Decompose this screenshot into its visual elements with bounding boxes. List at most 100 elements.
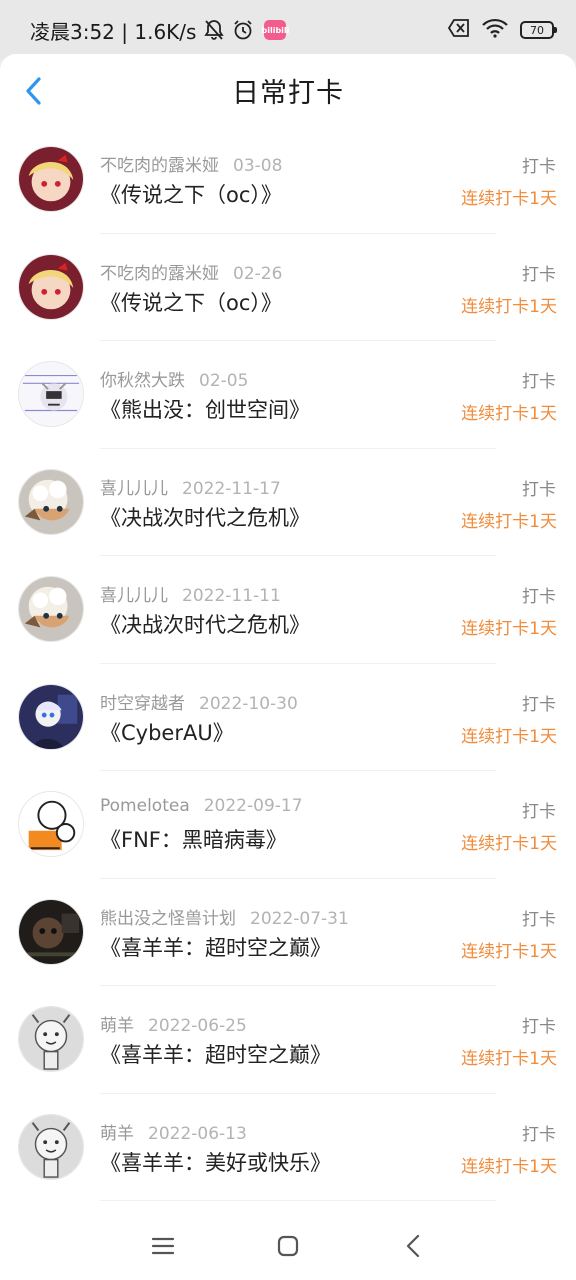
entry-meta: Pomelotea 2022-09-17 — [100, 796, 303, 816]
checkin-label: 打卡 — [522, 587, 556, 607]
list-item[interactable]: 萌羊 2022-06-13 《喜羊羊：美好或快乐》 打卡连续打卡1天 — [0, 1094, 576, 1202]
entry-meta: 熊出没之怪兽计划 2022-07-31 — [100, 904, 349, 929]
status-left: 凌晨3:52 | 1.6K/s bilibili — [30, 16, 289, 45]
work-title[interactable]: 《熊出没：创世空间》 — [100, 394, 310, 424]
avatar[interactable] — [18, 361, 84, 427]
bilibili-app-icon: bilibili — [262, 20, 289, 40]
avatar[interactable] — [18, 683, 84, 750]
streak-label: 连续打卡1天 — [461, 1049, 557, 1069]
username[interactable]: 熊出没之怪兽计划 — [100, 909, 236, 929]
work-title[interactable]: 《决战次时代之危机》 — [100, 502, 310, 532]
work-title[interactable]: 《CyberAU》 — [100, 717, 234, 747]
menu-button[interactable] — [133, 1221, 193, 1271]
avatar[interactable] — [18, 1113, 84, 1180]
username[interactable]: 不吃肉的露米娅 — [100, 264, 219, 284]
entry-date: 2022-06-13 — [148, 1123, 247, 1144]
avatar[interactable] — [18, 146, 84, 212]
streak-label: 连续打卡1天 — [461, 189, 557, 209]
checkin-label: 打卡 — [522, 264, 556, 285]
streak-label: 连续打卡1天 — [461, 1156, 557, 1177]
back-nav-button[interactable] — [383, 1221, 443, 1271]
work-title[interactable]: 《喜羊羊：美好或快乐》 — [100, 1147, 331, 1177]
username[interactable]: 喜儿儿儿 — [100, 479, 168, 499]
chevron-left-icon — [26, 77, 41, 105]
work-title[interactable]: 《FNF：黑暗病毒》 — [100, 824, 287, 854]
status-bar: 凌晨3:52 | 1.6K/s bilibili 70 — [0, 0, 576, 60]
avatar[interactable] — [18, 253, 84, 320]
alarm-clock-icon — [232, 19, 254, 41]
list-item[interactable]: 喜儿儿儿 2022-11-11 《决战次时代之危机》 打卡连续打卡1天 — [0, 556, 576, 664]
list-item[interactable]: 萌羊 2022-06-25 《喜羊羊：超时空之巅》 打卡连续打卡1天 — [0, 986, 576, 1094]
entry-meta: 不吃肉的露米娅 02-26 — [100, 259, 282, 284]
list-item[interactable]: Pomelotea 2022-09-17 《FNF：黑暗病毒》 打卡 连续打卡1天 — [0, 771, 576, 879]
checkin-label: 打卡 — [522, 372, 556, 392]
wifi-icon — [482, 18, 508, 42]
username[interactable]: 不吃肉的露米娅 — [100, 156, 219, 176]
username[interactable]: 你秋然大跌 — [100, 371, 185, 391]
status-time-speed: 凌晨3:52 | 1.6K/s — [30, 19, 197, 44]
entry-date: 02-26 — [233, 263, 283, 284]
username[interactable]: 时空穿越者 — [100, 694, 185, 714]
entry-meta: 萌羊 2022-06-25 — [100, 1011, 247, 1036]
list-item[interactable]: 熊出没之怪兽计划 2022-07-31 《喜羊羊：超时空之巅》 打卡连续打卡1天 — [0, 879, 576, 987]
sim-x-icon — [447, 19, 470, 41]
checkin-label: 打卡 — [522, 802, 556, 822]
entry-meta: 不吃肉的露米娅 03-08 — [100, 151, 282, 176]
username[interactable]: 喜儿儿儿 — [100, 586, 168, 606]
list-item[interactable]: 你秋然大跌 02-05 《熊出没：创世空间》 打卡连续打卡1天 — [0, 341, 576, 449]
page-title: 日常打卡 — [232, 77, 344, 109]
work-title[interactable]: 《喜羊羊：超时空之巅》 — [100, 1039, 331, 1069]
list-item[interactable]: 时空穿越者 2022-10-30 《CyberAU》 打卡连续打卡1天 — [0, 664, 576, 772]
home-square-icon — [277, 1235, 299, 1256]
entry-date: 2022-06-25 — [148, 1016, 247, 1036]
username[interactable]: Pomelotea — [100, 796, 190, 816]
checkin-label: 打卡 — [522, 479, 556, 500]
entry-meta: 喜儿儿儿 2022-11-11 — [100, 581, 281, 606]
system-nav-bar — [0, 1211, 576, 1280]
streak-label: 连续打卡1天 — [461, 511, 557, 532]
page-header: 日常打卡 — [0, 54, 576, 126]
entry-date: 2022-11-11 — [182, 586, 281, 606]
avatar[interactable] — [18, 1006, 84, 1072]
checkin-label: 打卡 — [522, 694, 556, 715]
checkin-label: 打卡 — [522, 157, 556, 177]
username[interactable]: 萌羊 — [100, 1016, 134, 1036]
entry-date: 03-08 — [233, 156, 283, 176]
battery-icon: 70 — [520, 21, 557, 39]
avatar[interactable] — [18, 468, 84, 535]
work-title[interactable]: 《传说之下（oc）》 — [100, 179, 282, 209]
entry-date: 02-05 — [199, 371, 249, 391]
entry-meta: 你秋然大跌 02-05 — [100, 366, 248, 391]
work-title[interactable]: 《喜羊羊：超时空之巅》 — [100, 932, 331, 962]
streak-label: 连续打卡1天 — [461, 619, 557, 639]
list-item[interactable]: 喜儿儿儿 2022-11-17 《决战次时代之危机》 打卡连续打卡1天 — [0, 449, 576, 557]
streak-label: 连续打卡1天 — [461, 941, 557, 962]
work-title[interactable]: 《传说之下（oc）》 — [100, 287, 282, 317]
entry-meta: 萌羊 2022-06-13 — [100, 1119, 247, 1144]
checkin-list: 不吃肉的露米娅 03-08 《传说之下（oc）》 打卡 连续打卡1天 不吃肉的露米娅 02-… — [0, 126, 576, 1211]
home-button[interactable] — [258, 1221, 318, 1271]
entry-date: 2022-07-31 — [250, 908, 349, 929]
checkin-label: 打卡 — [522, 1017, 556, 1037]
entry-meta: 喜儿儿儿 2022-11-17 — [100, 474, 281, 499]
list-item[interactable]: 不吃肉的露米娅 03-08 《传说之下（oc）》 打卡连续打卡1天 — [0, 126, 576, 234]
avatar[interactable] — [18, 576, 84, 642]
entry-meta: 时空穿越者 2022-10-30 — [100, 689, 298, 714]
work-title[interactable]: 《决战次时代之危机》 — [100, 609, 310, 639]
menu-icon — [151, 1237, 174, 1254]
streak-label: 连续打卡1天 — [461, 404, 557, 424]
avatar[interactable] — [18, 791, 84, 857]
entry-date: 2022-11-17 — [182, 478, 281, 499]
checkin-label: 打卡 — [522, 1124, 556, 1145]
back-triangle-icon — [407, 1234, 420, 1257]
entry-date: 2022-09-17 — [203, 796, 303, 816]
status-right: 70 — [447, 18, 557, 42]
checkin-label: 打卡 — [522, 909, 556, 930]
list-item[interactable]: 不吃肉的露米娅 02-26 《传说之下（oc）》 打卡连续打卡1天 — [0, 234, 576, 342]
streak-label: 连续打卡1天 — [461, 296, 557, 317]
streak-label: 连续打卡1天 — [461, 726, 557, 747]
username[interactable]: 萌羊 — [100, 1124, 134, 1144]
entry-date: 2022-10-30 — [199, 693, 298, 714]
back-button[interactable] — [18, 74, 48, 108]
avatar[interactable] — [18, 898, 84, 965]
